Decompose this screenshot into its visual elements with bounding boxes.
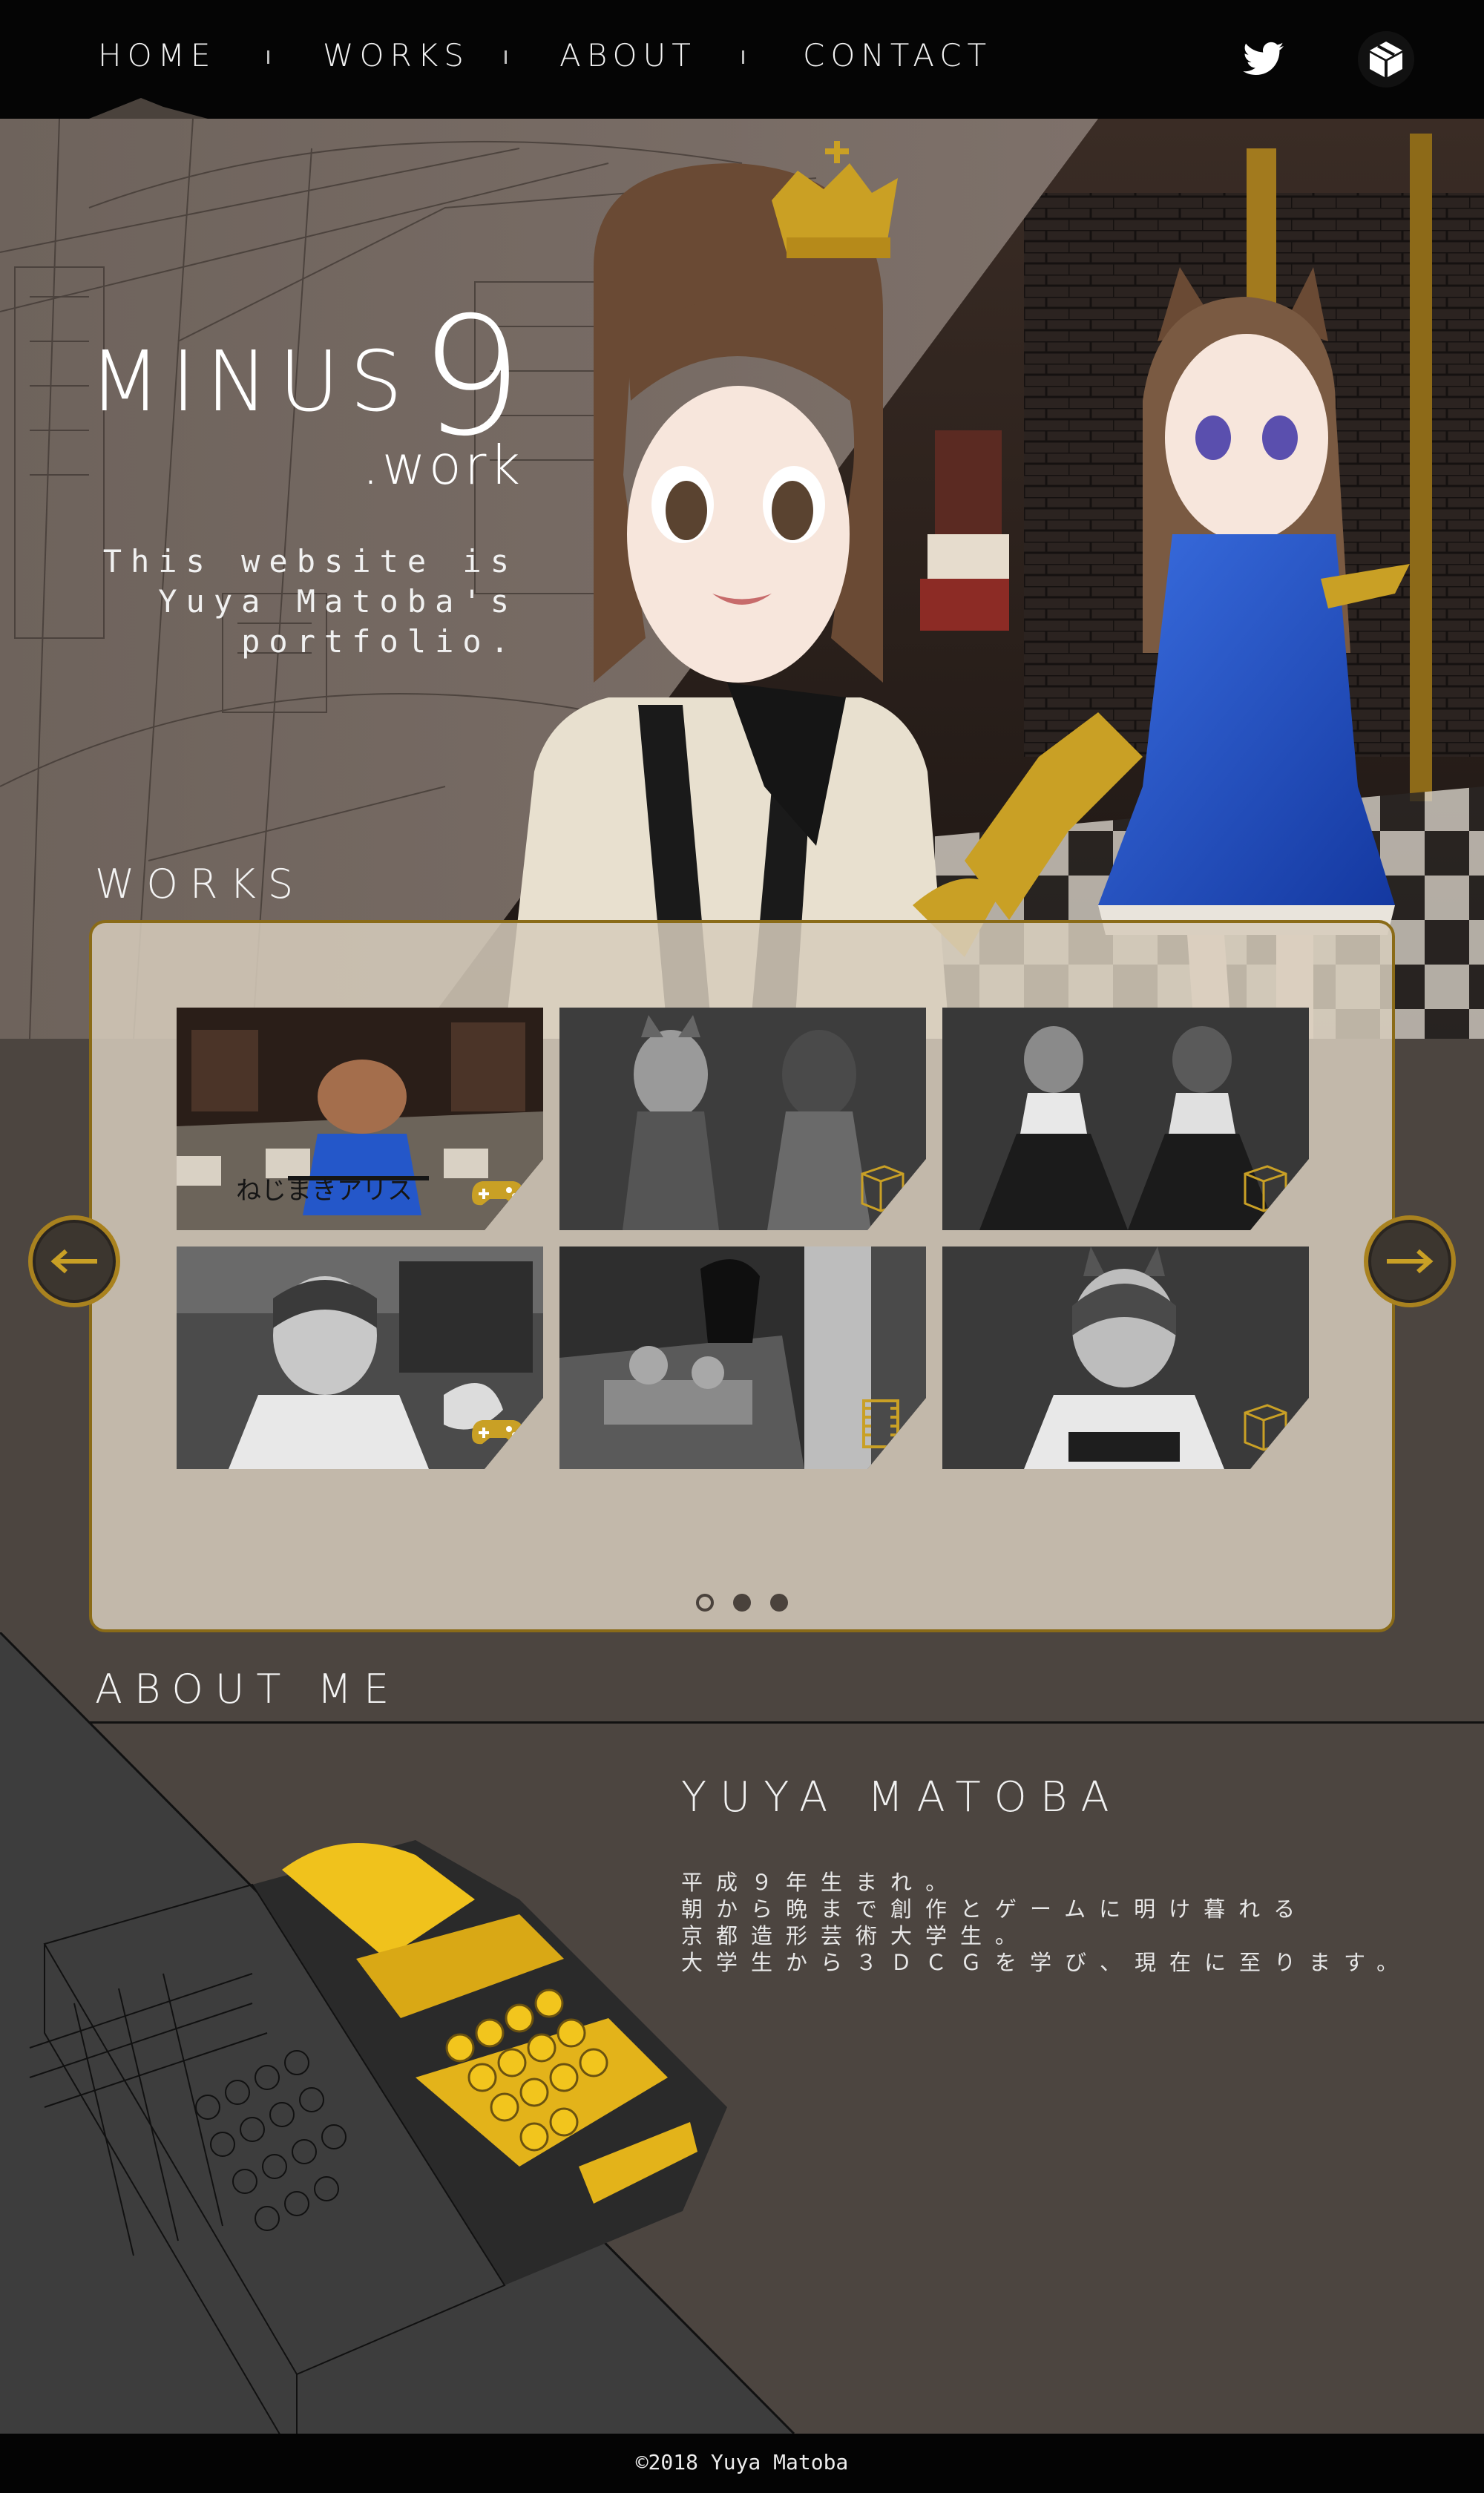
work-thumbnail[interactable] xyxy=(559,1008,926,1230)
game-controller-icon xyxy=(472,1420,524,1445)
pagination-dot[interactable] xyxy=(733,1594,751,1612)
work-thumbnail[interactable] xyxy=(177,1246,543,1469)
arrow-right-icon xyxy=(1387,1249,1434,1274)
game-controller-icon xyxy=(472,1181,524,1206)
work-caption: ねじまきアリス xyxy=(236,1176,413,1206)
work-thumbnail[interactable] xyxy=(559,1246,926,1469)
nav-about-link[interactable]: ABOUT xyxy=(559,37,697,73)
pagination-dot[interactable] xyxy=(770,1594,788,1612)
work-thumbnail[interactable] xyxy=(942,1008,1309,1230)
carousel-next-button[interactable] xyxy=(1364,1215,1456,1307)
tagline-line: portfolio. xyxy=(241,623,518,660)
tagline-line: Yuya Matoba's xyxy=(158,583,518,620)
about-name-heading: YUYA MATOBA xyxy=(681,1773,1123,1822)
carousel-prev-button[interactable] xyxy=(28,1215,120,1307)
arrow-left-icon xyxy=(50,1249,97,1274)
nav-works-link[interactable]: WORKS xyxy=(323,37,470,73)
copyright-text: ©2018 Yuya Matoba xyxy=(635,2450,849,2474)
nav-contact-link[interactable]: CONTACT xyxy=(803,37,992,73)
nav-separator xyxy=(505,50,507,64)
cube-wireframe-icon xyxy=(1244,1165,1287,1212)
page-footer: ©2018 Yuya Matoba xyxy=(0,2434,1484,2493)
works-carousel-panel: ねじまきアリス xyxy=(89,920,1395,1632)
logo-work-text: .work xyxy=(362,434,524,496)
nav-separator xyxy=(742,50,744,64)
cube-wireframe-icon xyxy=(1244,1404,1287,1451)
work-thumbnail[interactable]: ねじまきアリス xyxy=(177,1008,543,1230)
nav-home-link[interactable]: HOME xyxy=(98,37,216,73)
logo-minus-text: MINUS xyxy=(89,334,413,430)
typewriter-illustration xyxy=(0,1632,795,2434)
nav-separator xyxy=(267,50,269,64)
work-thumbnail[interactable] xyxy=(942,1246,1309,1469)
works-section-title: WORKS xyxy=(95,861,306,907)
tagline-line: This website is xyxy=(102,543,518,579)
cube-wireframe-icon xyxy=(861,1165,904,1212)
top-navigation: HOME WORKS ABOUT CONTACT xyxy=(0,0,1484,119)
active-tab-indicator xyxy=(89,98,208,119)
about-section-title: ABOUT ME xyxy=(95,1666,401,1712)
cube-icon[interactable] xyxy=(1356,30,1416,89)
film-strip-icon xyxy=(862,1399,899,1448)
about-text-line: 大学生から３ＤＣＧを学び、現在に至ります。 xyxy=(681,1950,1412,1975)
hero-tagline: This website is Yuya Matoba's portfolio. xyxy=(88,542,518,662)
twitter-icon[interactable] xyxy=(1233,30,1293,89)
pagination-dot-active[interactable] xyxy=(696,1594,714,1612)
